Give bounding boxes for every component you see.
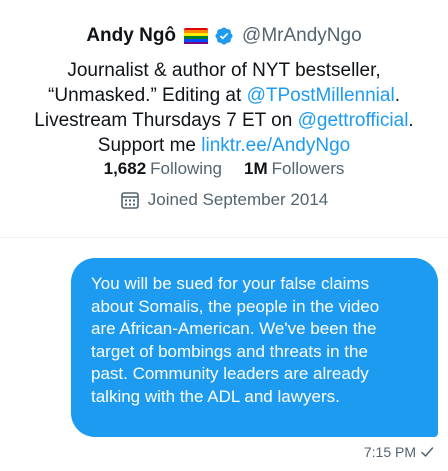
checkmark-icon [420,445,434,459]
verified-badge-icon [214,26,234,46]
bio-text: . [394,85,400,106]
message-timestamp: 7:15 PM [363,444,416,460]
bio-line: “Unmasked.” Editing at @TPostMillennial. [0,83,448,108]
following-label: Following [150,159,222,178]
following-count: 1,682 [103,159,147,178]
followers-stat[interactable]: 1M Followers [244,159,344,183]
message-meta: 7:15 PM [364,443,434,461]
message-line: talking with the ADL and lawyers. [91,386,340,406]
mention-link-tpostmillennial[interactable]: @TPostMillennial [247,85,395,106]
bio-text: “Unmasked.” Editing at [48,85,247,106]
message-line: past. Community leaders are already [91,364,369,383]
message-line: target of bombings and threats in the [91,341,368,361]
message-line: You will be sued for your false claims [91,274,370,293]
profile-stats: 1,682 Following 1M Followers [0,159,448,183]
joined-text: Joined September 2014 [147,190,329,209]
divider [0,237,448,238]
bio-text: Journalist & author of NYT bestseller, [67,60,381,81]
bio-text: Livestream Thursdays 7 ET on [34,110,298,131]
calendar-icon [120,190,140,210]
message-line: are African-American. We've been the [91,319,377,338]
message-line: about Somalis, the people in the video [91,296,380,316]
bio-line: Journalist & author of NYT bestseller, [0,58,448,83]
profile-bio: Journalist & author of NYT bestseller, “… [0,58,448,158]
bio-line: Support me linktr.ee/AndyNgo [0,133,448,158]
followers-label: Followers [271,159,345,178]
following-stat[interactable]: 1,682 Following [104,159,222,183]
message-bubble[interactable]: You will be sued for your false claims a… [71,258,438,437]
profile-name[interactable]: Andy Ngô [86,25,176,47]
mention-link-gettrofficial[interactable]: @gettrofficial [298,110,409,131]
bio-website-link[interactable]: linktr.ee/AndyNgo [201,135,350,156]
profile-handle[interactable]: @MrAndyNgo [242,25,362,47]
profile-header: Andy Ngô @MrAndyNgo Journalist & author … [0,0,448,232]
rainbow-flag-icon [184,27,209,45]
joined-date: Joined September 2014 [0,188,448,212]
followers-count: 1M [243,159,268,178]
bio-text: Support me [97,135,202,156]
profile-name-row: Andy Ngô @MrAndyNgo [0,23,448,49]
bio-text: . [408,110,414,131]
bio-line: Livestream Thursdays 7 ET on @gettroffic… [0,108,448,133]
